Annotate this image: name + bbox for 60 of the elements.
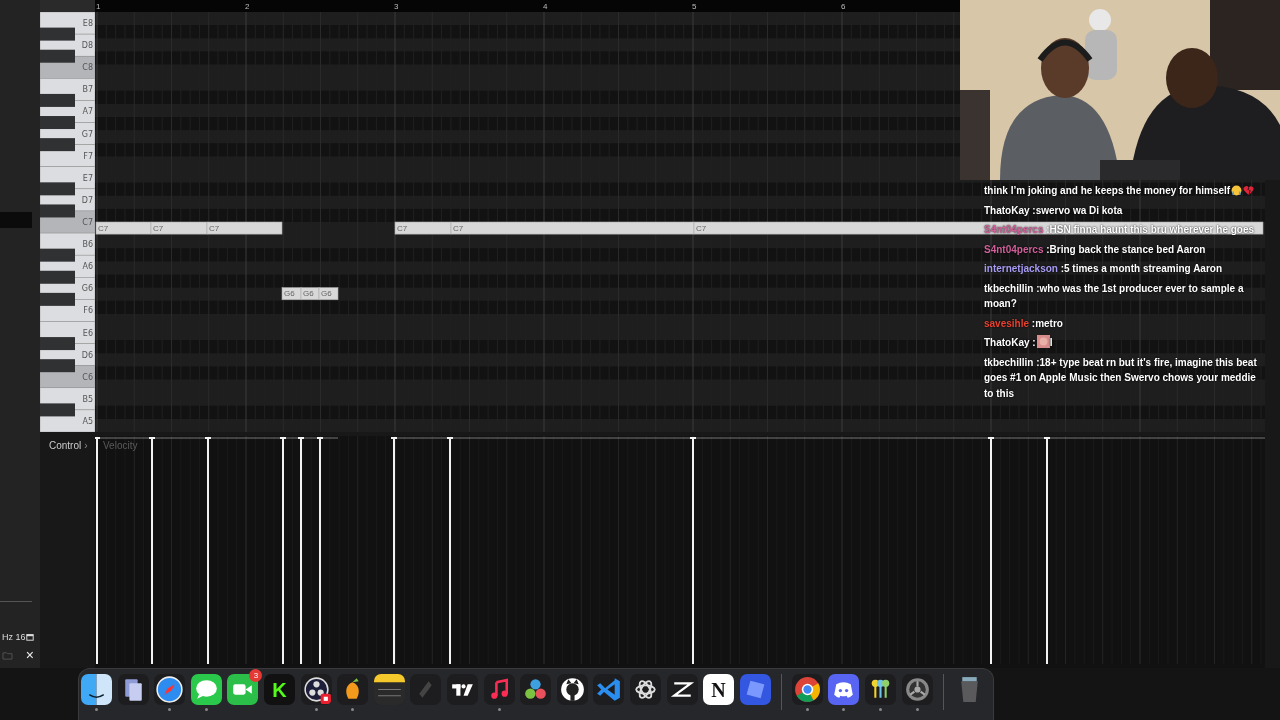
midi-note[interactable]: C7 [150, 221, 208, 235]
bar-number: 6 [841, 2, 846, 11]
control-label: Control [49, 440, 82, 451]
cat-icon[interactable] [556, 674, 588, 705]
crying-face-icon [1231, 185, 1243, 196]
bar-number: 1 [96, 2, 101, 11]
midi-note[interactable]: G6 [300, 287, 320, 301]
velocity-bars-drawing[interactable] [95, 437, 1051, 664]
track-slot[interactable] [0, 212, 32, 228]
chat-message: ThatoKay :swervo wa Di kota [984, 203, 1124, 218]
music-note-icon[interactable] [483, 674, 515, 705]
chat-message: S4nt04percs :Bring back the stance bed Aaron [984, 242, 1207, 257]
piano-key[interactable] [40, 403, 75, 417]
midi-note[interactable]: C7 [206, 221, 283, 235]
piano-key[interactable] [40, 138, 75, 152]
bar-number: 4 [543, 2, 548, 11]
game-controller-icon[interactable] [828, 674, 860, 705]
dropdown-arrow[interactable]: › [84, 440, 88, 451]
close-button[interactable]: × [25, 648, 34, 662]
midi-note[interactable]: C7 [450, 221, 695, 235]
speech-bubble-icon[interactable] [190, 674, 222, 705]
chat-message: savesihle :metro [984, 316, 1064, 331]
bar-number: 5 [692, 2, 697, 11]
knot-icon[interactable] [629, 674, 661, 705]
letter-icon[interactable]: N [703, 674, 735, 705]
chat-message: tkbechillin :18+ type beat rn but it's fire, imagine this beat goes #1 on Apple Music then Swervo chows your meddie to this [984, 355, 1258, 401]
tilted-square-icon[interactable] [739, 674, 771, 705]
documents-icon[interactable] [117, 674, 149, 705]
chat-message: think I’m joking and he keeps the money for himself [984, 183, 1266, 199]
notepad-icon[interactable] [373, 674, 405, 705]
smiling-face-icon[interactable] [81, 674, 112, 705]
parameter-label: Velocity [103, 440, 138, 451]
timeline-ruler[interactable]: 1 2 3 4 5 6 [95, 0, 960, 12]
color-wheel-icon[interactable] [520, 674, 552, 705]
bar-number: 3 [394, 2, 399, 11]
midi-note[interactable]: C7 [95, 221, 152, 235]
chat-message: internetjackson :5 times a month streaming Aaron [984, 262, 1224, 276]
chat-message: ThatoKay : I [984, 335, 1054, 350]
broken-heart-icon [1243, 185, 1255, 196]
notification-badge: 3 [249, 669, 263, 682]
calendar-icon[interactable] [26, 633, 34, 641]
midi-note[interactable]: C7 [394, 221, 452, 235]
chat-message: tkbechillin :who was the 1st producer ever to sample a moan? [984, 281, 1245, 311]
piano-key[interactable] [40, 359, 75, 373]
letter-icon[interactable]: K [263, 674, 295, 705]
keys-icon[interactable] [865, 674, 897, 705]
midi-note[interactable]: G6 [281, 287, 302, 301]
piano-key[interactable] [40, 182, 75, 196]
settings-icon[interactable] [901, 674, 933, 705]
record-icon[interactable] [300, 674, 332, 705]
video-camera-icon[interactable] [227, 674, 259, 705]
piano-key[interactable] [40, 116, 75, 130]
piano-key[interactable] [40, 337, 75, 351]
fruit-icon[interactable] [337, 674, 369, 705]
readout-text: Hz 16 [2, 632, 26, 642]
bar-number: 2 [245, 2, 250, 11]
midi-note[interactable]: G6 [318, 287, 339, 301]
compass-icon[interactable] [154, 674, 186, 705]
browser-icon[interactable] [791, 674, 823, 705]
code-editor-icon[interactable] [593, 674, 625, 705]
